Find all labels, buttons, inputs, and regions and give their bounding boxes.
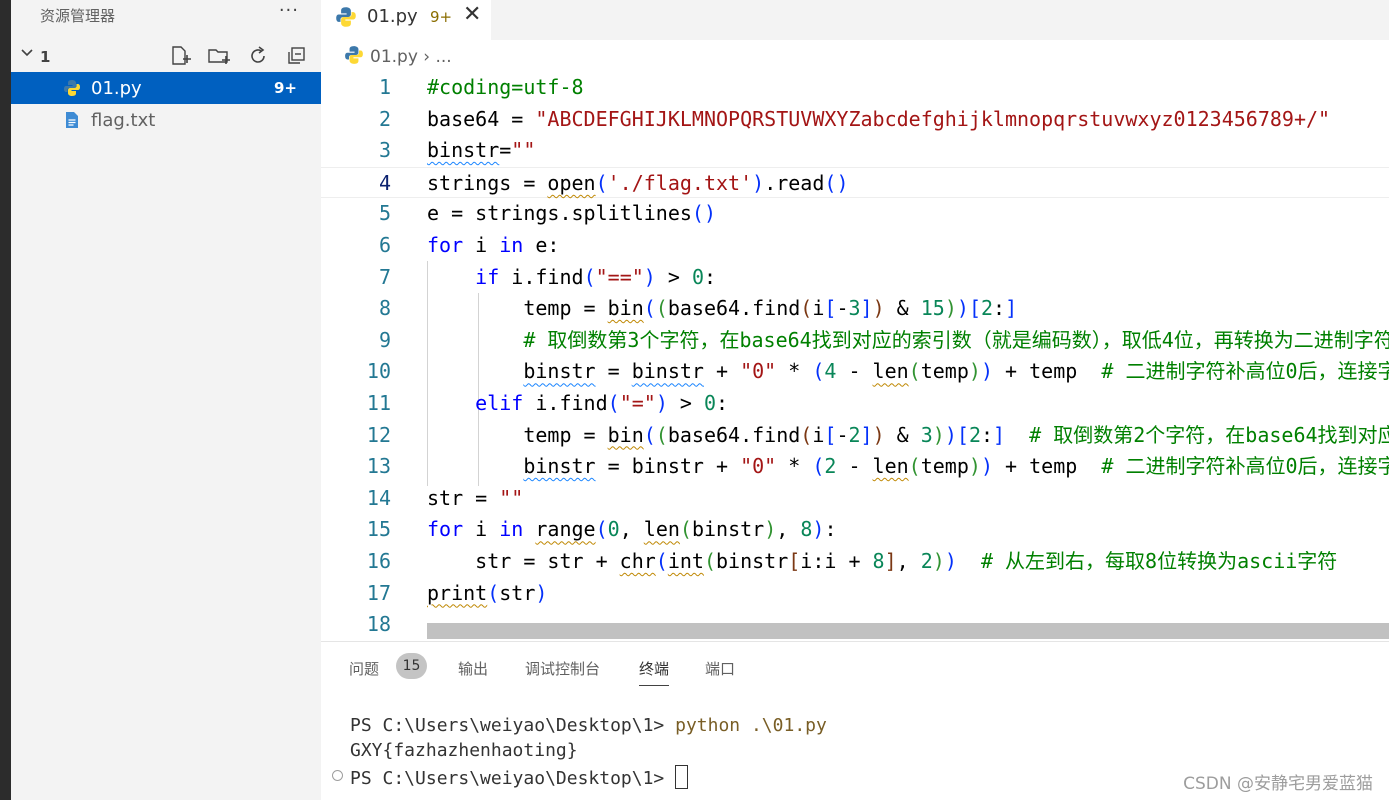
code-text: # 取倒数第3个字符，在base64找到对应的索引数（就是编码数），取低4位，再…: [523, 327, 1389, 352]
line-number: 7: [378, 264, 391, 289]
folder-header[interactable]: 1: [11, 40, 321, 72]
code-text: elif i.find("=") > 0:: [475, 391, 729, 415]
breadcrumb-rest[interactable]: › ...: [423, 47, 451, 67]
line-number: 8: [378, 296, 391, 321]
line-number: 2: [378, 106, 391, 131]
tab-terminal[interactable]: 终端: [639, 658, 670, 686]
python-icon: [335, 6, 357, 28]
new-folder-icon[interactable]: [207, 44, 233, 68]
tab-label: 01.py: [367, 6, 418, 27]
line-number: 12: [366, 422, 391, 447]
code-line: 11 elif i.find("=") > 0:: [321, 388, 1389, 420]
tab-01py[interactable]: 01.py 9+ ✕: [321, 0, 491, 40]
code-text: binstr="": [427, 138, 536, 163]
code-editor[interactable]: 1 #coding=utf-8 2 base64 = "ABCDEFGHIJKLMN…: [321, 72, 1389, 644]
code-line: 9 # 取倒数第3个字符，在base64找到对应的索引数（就是编码数），取低4位…: [321, 325, 1389, 357]
code-line: 16 str = str + chr(int(binstr[i:i + 8], …: [321, 546, 1389, 578]
code-line: 8 temp = bin((base64.find(i[-3]) & 15))[…: [321, 293, 1389, 325]
line-number: 5: [378, 201, 391, 226]
breadcrumb-file[interactable]: 01.py: [370, 47, 418, 67]
file-item-01py[interactable]: 01.py 9+: [11, 72, 321, 104]
problems-badge: 9+: [273, 79, 297, 97]
breadcrumb: 01.py › ...: [344, 45, 452, 69]
code-line: 5 e = strings.splitlines(): [321, 198, 1389, 230]
code-line: 14 str = "": [321, 483, 1389, 515]
python-icon: [63, 79, 81, 97]
line-number: 10: [366, 359, 391, 384]
line-number: 9: [378, 327, 391, 352]
line-number: 6: [378, 233, 391, 257]
code-text: binstr = binstr + "0" * (2 - len(temp)) …: [523, 454, 1389, 479]
line-number: 4: [378, 170, 391, 195]
code-text: temp = bin((base64.find(i[-3]) & 15))[2:…: [427, 296, 1018, 321]
tab-problems[interactable]: 问题: [349, 658, 379, 679]
code-line: 1 #coding=utf-8: [321, 72, 1389, 104]
terminal-prompt: PS C:\Users\weiyao\Desktop\1>: [350, 768, 676, 789]
tab-ports[interactable]: 端口: [705, 658, 735, 679]
code-text: #coding=utf-8: [427, 75, 584, 99]
code-text: for i in e:: [427, 233, 560, 257]
terminal-command: python .\01.py: [675, 715, 827, 736]
tab-debug-console[interactable]: 调试控制台: [525, 658, 600, 679]
code-text: binstr = binstr + "0" * (4 - len(temp)) …: [523, 359, 1389, 384]
line-number: 16: [366, 549, 391, 573]
code-line: 3 binstr="": [321, 135, 1389, 167]
editor-tab-bar: 01.py 9+ ✕: [321, 0, 1389, 40]
close-icon[interactable]: ✕: [463, 2, 481, 27]
line-number: 3: [378, 138, 391, 163]
code-text: temp = bin((base64.find(i[-2]) & 3))[2:]…: [427, 422, 1389, 447]
code-text: e = strings.splitlines(): [427, 201, 716, 226]
line-number: 18: [366, 612, 391, 637]
terminal-line[interactable]: PS C:\Users\weiyao\Desktop\1>: [350, 765, 689, 789]
file-item-flagtxt[interactable]: flag.txt: [11, 104, 321, 136]
explorer-sidebar: 资源管理器 ··· 1 01.py 9+ flag.txt: [11, 0, 321, 800]
watermark: CSDN @安静宅男爱蓝猫: [1183, 774, 1373, 794]
line-number: 11: [366, 391, 391, 415]
new-file-icon[interactable]: [168, 44, 194, 68]
problems-badge: 9+: [430, 8, 453, 26]
code-text: strings = open('./flag.txt').read(): [427, 170, 849, 195]
terminal-cursor: [675, 765, 689, 789]
line-number: 15: [366, 517, 391, 542]
terminal-line: PS C:\Users\weiyao\Desktop\1> python .\0…: [350, 715, 827, 736]
refresh-icon[interactable]: [246, 44, 272, 68]
line-number: 17: [366, 580, 391, 605]
line-number: 14: [366, 485, 391, 510]
code-text: base64 = "ABCDEFGHIJKLMNOPQRSTUVWXYZabcd…: [427, 106, 1331, 131]
code-line: 6 for i in e:: [321, 230, 1389, 262]
code-line: 12 temp = bin((base64.find(i[-2]) & 3))[…: [321, 420, 1389, 452]
code-text: str = "": [427, 485, 524, 510]
collapse-all-icon[interactable]: [285, 44, 311, 68]
code-line: 7 if i.find("==") > 0:: [321, 262, 1389, 294]
terminal-decoration-icon: [332, 770, 343, 781]
code-text: if i.find("==") > 0:: [475, 264, 717, 289]
python-icon: [344, 45, 364, 65]
file-name: flag.txt: [91, 110, 156, 131]
folder-name: 1: [40, 48, 51, 66]
bottom-panel: 问题 15 输出 调试控制台 终端 端口 PS C:\Users\weiyao\…: [321, 641, 1389, 801]
code-line: 13 binstr = binstr + "0" * (2 - len(temp…: [321, 451, 1389, 483]
code-text: print(str): [427, 580, 548, 605]
problems-count-badge: 15: [396, 653, 427, 679]
terminal-prompt: PS C:\Users\weiyao\Desktop\1>: [350, 715, 676, 736]
explorer-title: 资源管理器: [40, 7, 116, 25]
more-actions-icon[interactable]: ···: [279, 0, 299, 21]
tab-output[interactable]: 输出: [458, 658, 488, 679]
chevron-down-icon[interactable]: [19, 45, 35, 65]
horizontal-scrollbar[interactable]: [427, 623, 1389, 639]
code-line-current: 4 strings = open('./flag.txt').read(): [321, 166, 1389, 199]
line-number: 13: [366, 454, 391, 479]
line-number: 1: [378, 75, 391, 99]
code-text: str = str + chr(int(binstr[i:i + 8], 2))…: [427, 549, 1338, 573]
file-name: 01.py: [91, 78, 142, 99]
activity-bar: [0, 0, 11, 800]
terminal-output: GXY{fazhazhenhaoting}: [350, 740, 578, 761]
code-line: 15 for i in range(0, len(binstr), 8):: [321, 514, 1389, 546]
code-line: 17 print(str): [321, 578, 1389, 610]
code-line: 2 base64 = "ABCDEFGHIJKLMNOPQRSTUVWXYZabc…: [321, 104, 1389, 136]
code-line: 10 binstr = binstr + "0" * (4 - len(temp…: [321, 356, 1389, 388]
text-file-icon: [63, 111, 81, 129]
code-text: for i in range(0, len(binstr), 8):: [427, 517, 837, 542]
